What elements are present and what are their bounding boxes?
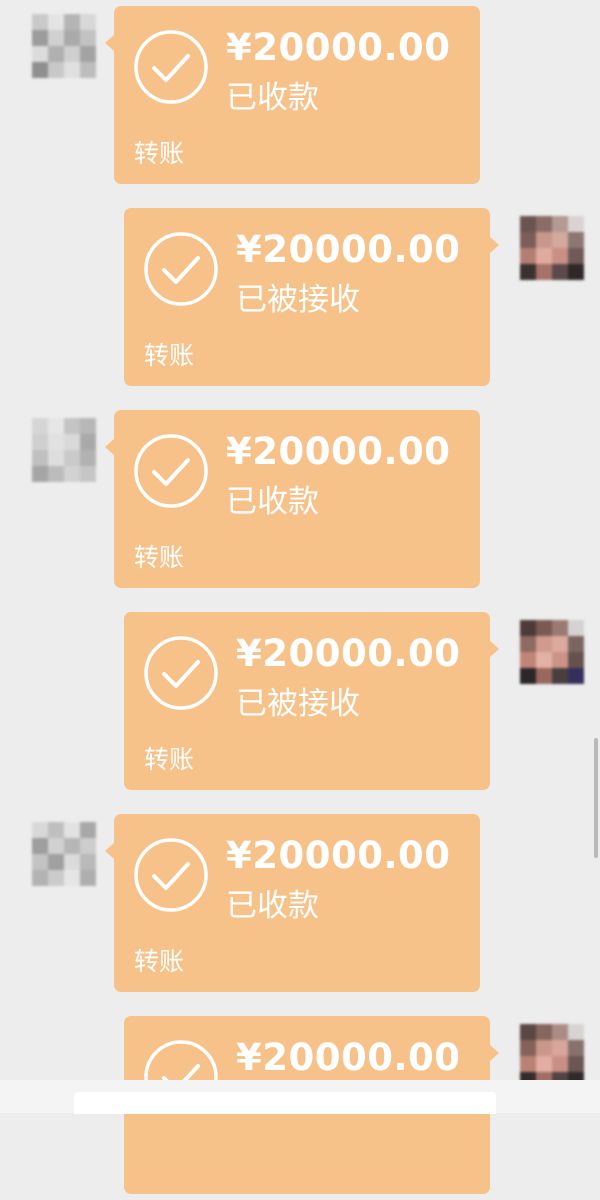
message-input[interactable] bbox=[74, 1092, 496, 1114]
check-circle-icon bbox=[134, 838, 208, 912]
bubble-tail bbox=[489, 236, 499, 254]
user-avatar[interactable] bbox=[520, 620, 584, 684]
transfer-status: 已收款 bbox=[226, 80, 319, 116]
transfer-amount: ¥20000.00 bbox=[226, 834, 451, 877]
transfer-bubble[interactable]: ¥20000.00 已收款 转账 bbox=[105, 6, 480, 184]
transfer-bubble[interactable]: ¥20000.00 已收款 转账 bbox=[105, 814, 480, 992]
check-circle-icon bbox=[144, 636, 218, 710]
check-circle-icon bbox=[134, 434, 208, 508]
chat-message: ¥20000.00 已收款 转账 bbox=[0, 0, 600, 190]
check-circle-icon bbox=[134, 30, 208, 104]
chat-message: ¥20000.00 已被接收 转账 bbox=[0, 202, 600, 392]
bubble-tail bbox=[105, 842, 115, 860]
contact-avatar[interactable] bbox=[32, 14, 96, 78]
bubble-tail bbox=[489, 640, 499, 658]
transfer-amount: ¥20000.00 bbox=[226, 430, 451, 473]
transfer-bubble[interactable]: ¥20000.00 已收款 转账 bbox=[105, 410, 480, 588]
transfer-label: 转账 bbox=[134, 947, 185, 976]
bubble-tail bbox=[489, 1044, 499, 1062]
transfer-label: 转账 bbox=[134, 543, 185, 572]
transfer-label: 转账 bbox=[134, 139, 185, 168]
transfer-status: 已收款 bbox=[226, 484, 319, 520]
contact-avatar[interactable] bbox=[32, 822, 96, 886]
transfer-bubble[interactable]: ¥20000.00 已被接收 转账 bbox=[124, 208, 499, 386]
check-circle-icon bbox=[144, 232, 218, 306]
chat-history[interactable]: ¥20000.00 已收款 转账 ¥20000.00 已被接收 转账 ¥2000… bbox=[0, 0, 600, 1194]
bottom-input-bar bbox=[0, 1080, 600, 1114]
transfer-amount: ¥20000.00 bbox=[236, 632, 461, 675]
transfer-bubble[interactable]: ¥20000.00 已被接收 转账 bbox=[124, 612, 499, 790]
transfer-amount: ¥20000.00 bbox=[226, 26, 451, 69]
transfer-amount: ¥20000.00 bbox=[236, 1036, 461, 1079]
chat-message: ¥20000.00 已收款 转账 bbox=[0, 404, 600, 594]
transfer-status: 已收款 bbox=[226, 888, 319, 924]
chat-message: ¥20000.00 已收款 转账 bbox=[0, 808, 600, 998]
transfer-label: 转账 bbox=[144, 745, 195, 774]
transfer-amount: ¥20000.00 bbox=[236, 228, 461, 271]
contact-avatar[interactable] bbox=[32, 418, 96, 482]
user-avatar[interactable] bbox=[520, 1024, 584, 1088]
chat-message: ¥20000.00 已被接收 转账 bbox=[0, 606, 600, 796]
scrollbar-thumb[interactable] bbox=[594, 738, 598, 858]
user-avatar[interactable] bbox=[520, 216, 584, 280]
bubble-tail bbox=[105, 34, 115, 52]
transfer-status: 已被接收 bbox=[236, 282, 360, 318]
transfer-label: 转账 bbox=[144, 341, 195, 370]
bubble-tail bbox=[105, 438, 115, 456]
transfer-status: 已被接收 bbox=[236, 686, 360, 722]
